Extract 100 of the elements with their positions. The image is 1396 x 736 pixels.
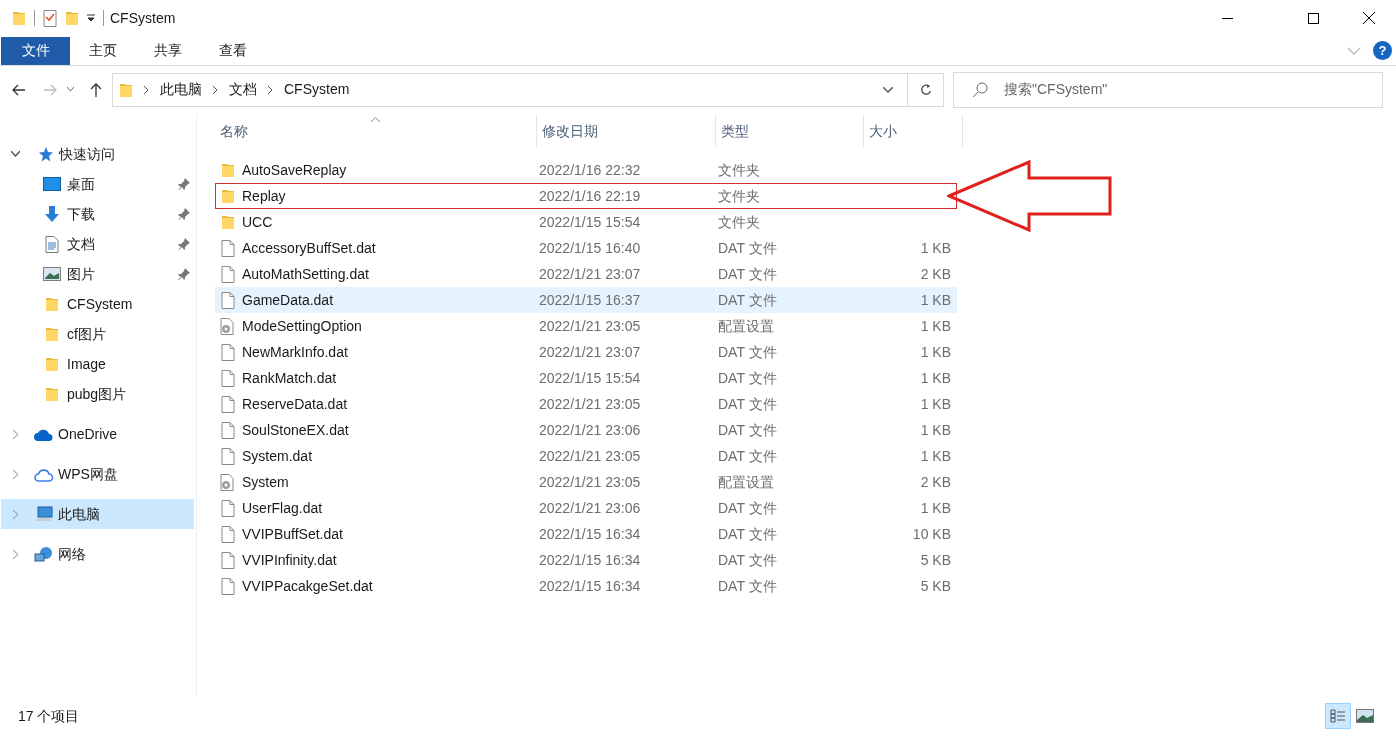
sidebar-item[interactable]: 下载 [1,199,194,229]
file-row[interactable]: UCC 2022/1/15 15:54 文件夹 [215,209,957,235]
back-arrow-icon[interactable] [12,83,26,96]
breadcrumb[interactable]: 文档 [229,79,257,100]
cloud-outline-icon [34,466,54,482]
dropdown-caret-icon[interactable] [87,14,95,22]
chevron-icon[interactable] [213,85,218,94]
file-size: 1 KB [920,446,951,466]
pin-icon[interactable] [178,238,190,250]
help-icon[interactable]: ? [1373,41,1392,60]
sidebar-label: Image [67,354,106,374]
file-icon [221,343,235,361]
minimize-icon[interactable] [1221,17,1233,19]
pin-icon[interactable] [178,268,190,280]
file-row[interactable]: VVIPBuffSet.dat 2022/1/15 16:34 DAT 文件 10 KB [215,521,957,547]
pin-icon[interactable] [178,178,190,190]
file-size: 10 KB [912,524,951,544]
file-name: VVIPBuffSet.dat [242,524,344,544]
sidebar-item[interactable]: 文档 [1,229,194,259]
file-name: UCC [242,212,274,232]
file-name: NewMarkInfo.dat [242,342,349,362]
file-row[interactable]: NewMarkInfo.dat 2022/1/21 23:07 DAT 文件 1 KB [215,339,957,365]
file-row[interactable]: AccessoryBuffSet.dat 2022/1/15 16:40 DAT 文件 1 KB [215,235,957,261]
file-icon [221,421,235,439]
sidebar-item[interactable]: CFSystem [1,289,194,319]
sidebar-item[interactable]: pubg图片 [1,379,194,409]
file-type: DAT 文件 [718,446,778,466]
ribbon-tab[interactable]: 文件 [1,36,70,65]
file-name: VVIPPacakgeSet.dat [242,576,374,596]
collapsed-chevron-icon[interactable] [13,549,19,559]
file-name: VVIPInfinity.dat [242,550,338,570]
sidebar-item[interactable]: 网络 [1,539,194,569]
sidebar-item[interactable]: OneDrive [1,419,194,449]
file-row[interactable]: VVIPPacakgeSet.dat 2022/1/15 16:34 DAT 文件 5 KB [215,573,957,599]
file-name: System.dat [242,446,314,466]
file-type: DAT 文件 [718,420,778,440]
column-header[interactable]: 类型 [716,115,864,147]
file-row[interactable]: Replay 2022/1/16 22:19 文件夹 [215,183,957,209]
file-name: System [242,472,290,492]
sidebar-item[interactable]: 桌面 [1,169,194,199]
ribbon-tab[interactable]: 主页 [71,36,135,65]
file-size: 1 KB [920,342,951,362]
file-icon [221,499,235,517]
file-name: AutoMathSetting.dat [242,264,370,284]
file-name: RankMatch.dat [242,368,338,388]
file-size: 5 KB [920,576,951,596]
file-icon [221,551,235,569]
sidebar-item[interactable]: 此电脑 [1,499,194,529]
close-icon[interactable] [1363,12,1375,24]
search-field[interactable]: 搜索"CFSystem" [953,71,1383,108]
sidebar-item[interactable]: Image [1,349,194,379]
file-name: Replay [242,186,287,206]
collapsed-chevron-icon[interactable] [13,469,19,479]
file-row[interactable]: ModeSettingOption 2022/1/21 23:05 配置设置 1 KB [215,313,957,339]
file-icon [221,525,235,543]
modified-date: 2022/1/21 23:06 [539,420,642,440]
collapsed-chevron-icon[interactable] [13,509,19,519]
file-size: 1 KB [920,394,951,414]
file-row[interactable]: AutoMathSetting.dat 2022/1/21 23:07 DAT 文件 2 KB [215,261,957,287]
sidebar-item[interactable]: 图片 [1,259,194,289]
sidebar-label: cf图片 [67,324,106,344]
file-row[interactable]: GameData.dat 2022/1/15 16:37 DAT 文件 1 KB [215,287,957,313]
file-row[interactable]: UserFlag.dat 2022/1/21 23:06 DAT 文件 1 KB [215,495,957,521]
breadcrumb[interactable]: 此电脑 [160,79,202,100]
file-row[interactable]: ReserveData.dat 2022/1/21 23:05 DAT 文件 1 KB [215,391,957,417]
address-dropdown-icon[interactable] [883,86,893,93]
file-row[interactable]: VVIPInfinity.dat 2022/1/15 16:34 DAT 文件 5 KB [215,547,957,573]
details-view-button[interactable] [1325,703,1351,729]
file-row[interactable]: RankMatch.dat 2022/1/15 15:54 DAT 文件 1 KB [215,365,957,391]
ribbon-tab[interactable]: 查看 [201,36,265,65]
file-name: UserFlag.dat [242,498,324,518]
column-header[interactable]: 大小 [864,115,963,147]
file-row[interactable]: AutoSaveReplay 2022/1/16 22:32 文件夹 [215,157,957,183]
address-bar[interactable]: 此电脑 文档 CFSystem [112,72,944,107]
up-arrow-icon[interactable] [90,82,102,97]
column-header[interactable]: 名称 [215,115,537,147]
refresh-icon[interactable] [919,83,932,96]
file-name: ModeSettingOption [242,316,363,336]
sidebar-item[interactable]: cf图片 [1,319,194,349]
file-row[interactable]: System.dat 2022/1/21 23:05 DAT 文件 1 KB [215,443,957,469]
thumbnail-view-icon[interactable] [1356,709,1374,723]
sidebar-item[interactable]: WPS网盘 [1,459,194,489]
maximize-icon[interactable] [1307,12,1319,24]
file-row[interactable]: System 2022/1/21 23:05 配置设置 2 KB [215,469,957,495]
chevron-icon[interactable] [144,85,149,94]
pin-icon[interactable] [178,208,190,220]
folder-icon [45,326,59,342]
expanded-chevron-icon[interactable] [11,151,20,157]
collapsed-chevron-icon[interactable] [13,429,19,439]
recent-dropdown-icon[interactable] [67,87,74,92]
sidebar-item[interactable]: 快速访问 [1,139,194,169]
properties-icon[interactable] [43,9,57,27]
file-row[interactable]: SoulStoneEX.dat 2022/1/21 23:06 DAT 文件 1 KB [215,417,957,443]
column-header[interactable]: 修改日期 [537,115,716,147]
chevron-icon[interactable] [268,85,273,94]
file-type: DAT 文件 [718,238,778,258]
sidebar-label: CFSystem [67,294,133,314]
breadcrumb[interactable]: CFSystem [284,79,350,100]
search-icon [972,81,988,98]
ribbon-tab[interactable]: 共享 [136,36,200,65]
